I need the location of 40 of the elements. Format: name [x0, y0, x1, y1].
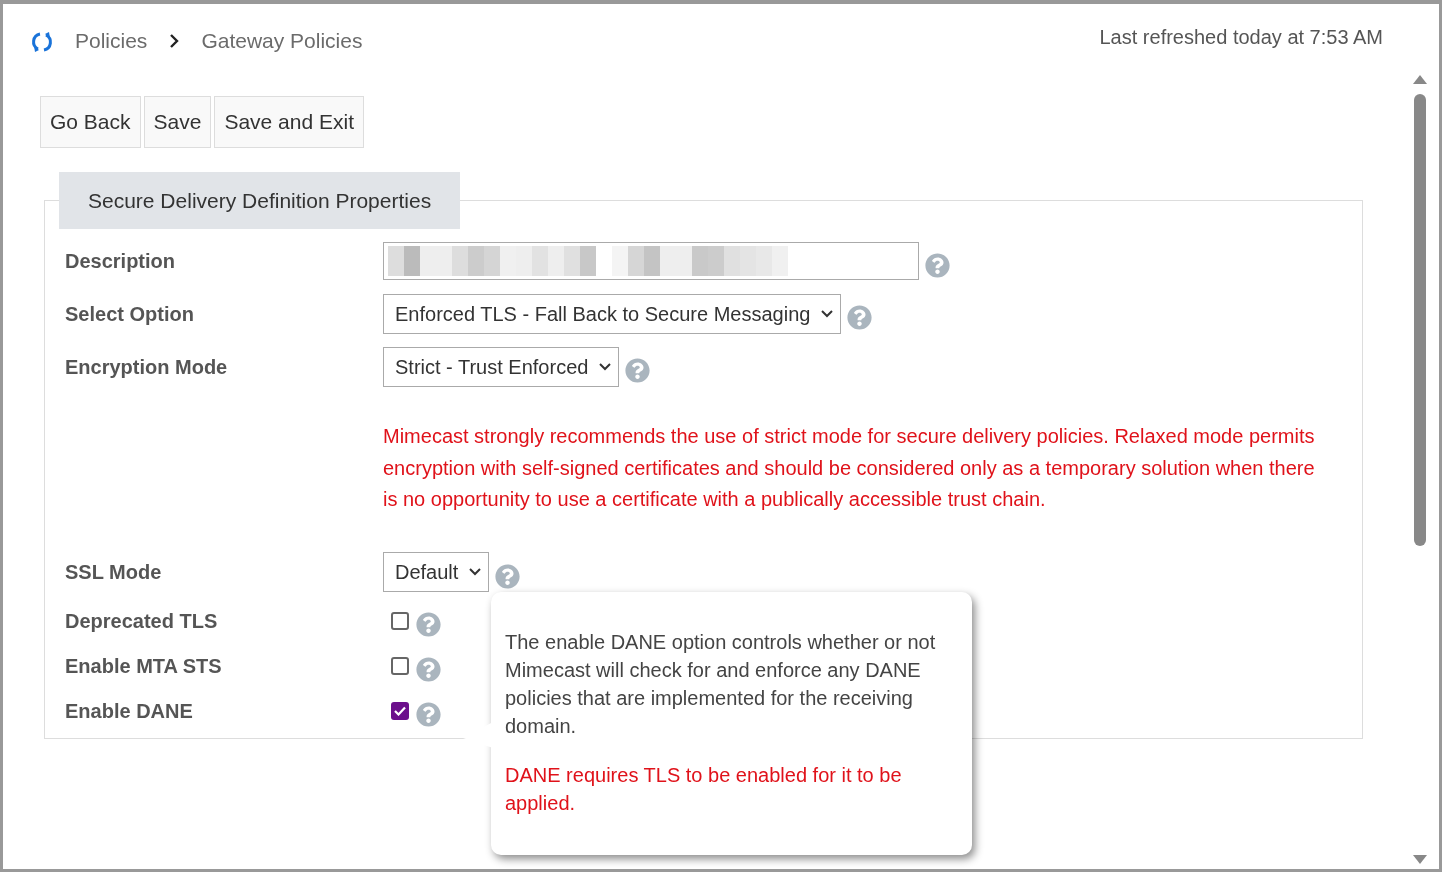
checkbox[interactable] — [391, 612, 409, 630]
checkbox[interactable] — [391, 657, 409, 675]
field-label: Enable MTA STS — [65, 655, 222, 677]
toolbar-button[interactable]: Save and Exit — [214, 96, 364, 148]
help-icon[interactable] — [847, 305, 873, 330]
chevron-right-icon — [169, 33, 180, 49]
last-refreshed-text: Last refreshed today at 7:53 AM — [1099, 25, 1383, 50]
help-icon[interactable] — [925, 252, 950, 278]
chevron-down-icon — [468, 567, 483, 577]
select-dropdown[interactable]: Enforced TLS - Fall Back to Secure Messaging — [383, 293, 842, 334]
field-label: Deprecated TLS — [65, 610, 218, 632]
description-field[interactable] — [383, 242, 919, 280]
chevron-down-icon — [820, 308, 835, 319]
breadcrumb-link[interactable]: Policies — [75, 25, 148, 57]
field-label: Enable DANE — [65, 700, 193, 722]
help-icon[interactable] — [416, 611, 441, 637]
field-label: Select Option — [65, 302, 194, 325]
help-icon[interactable] — [495, 563, 521, 589]
select-dropdown[interactable]: Default — [383, 552, 490, 592]
scroll-up-icon[interactable] — [1413, 74, 1427, 84]
chevron-down-icon — [598, 361, 613, 372]
warning-text: Mimecast strongly recommends the use of strict mode for secure delivery policies. Relaxed mode permits encryption with self-signed certificates and should be considered only as a temporary solution when there is no opportunity to use a certificate with a publically accessible trust chain. — [383, 424, 1316, 512]
select-dropdown[interactable]: Strict - Trust Enforced — [383, 346, 620, 387]
toolbar-button[interactable]: Go Back — [40, 96, 141, 148]
check-icon — [394, 706, 406, 716]
field-label: Description — [65, 250, 176, 272]
help-icon[interactable] — [416, 656, 441, 682]
section-title: Secure Delivery Definition Properties — [59, 172, 461, 229]
field-label: SSL Mode — [65, 561, 162, 583]
tooltip-warning-text: DANE requires TLS to be enabled for it to be applied. — [505, 763, 903, 816]
breadcrumb-link[interactable]: Gateway Policies — [201, 25, 363, 57]
help-icon[interactable] — [625, 358, 651, 383]
field-label: Encryption Mode — [65, 355, 228, 378]
refresh-icon[interactable] — [31, 31, 53, 53]
tooltip-text: The enable DANE option controls whether or not Mimecast will check for and enforce any DANE policies that are implemented for the receiving domain. — [505, 630, 937, 739]
scroll-down-icon[interactable] — [1413, 855, 1427, 865]
scrollbar-thumb[interactable] — [1414, 94, 1426, 546]
toolbar-button[interactable]: Save — [143, 96, 212, 148]
help-icon[interactable] — [416, 701, 441, 727]
checkbox[interactable] — [391, 702, 409, 720]
